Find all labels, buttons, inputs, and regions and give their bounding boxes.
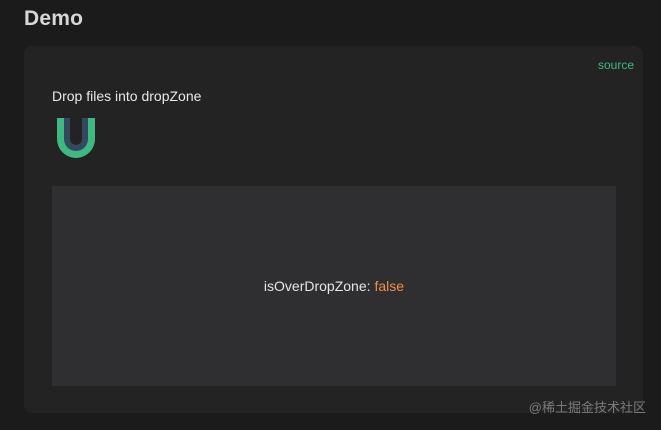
drop-zone-status-value: false bbox=[374, 278, 405, 294]
page-title: Demo bbox=[24, 7, 84, 30]
watermark: @稀土掘金技术社区 bbox=[528, 400, 646, 415]
drop-zone-status-label: isOverDropZone: bbox=[263, 278, 371, 294]
dropzone-instruction: Drop files into dropZone bbox=[52, 88, 202, 104]
page: Demo source Drop files into dropZone isO… bbox=[0, 0, 661, 430]
drop-zone[interactable]: isOverDropZone: false bbox=[52, 186, 616, 386]
source-link[interactable]: source bbox=[598, 58, 634, 72]
vueuse-logo-icon bbox=[55, 116, 97, 160]
demo-card: source Drop files into dropZone isOverDr… bbox=[24, 46, 643, 413]
